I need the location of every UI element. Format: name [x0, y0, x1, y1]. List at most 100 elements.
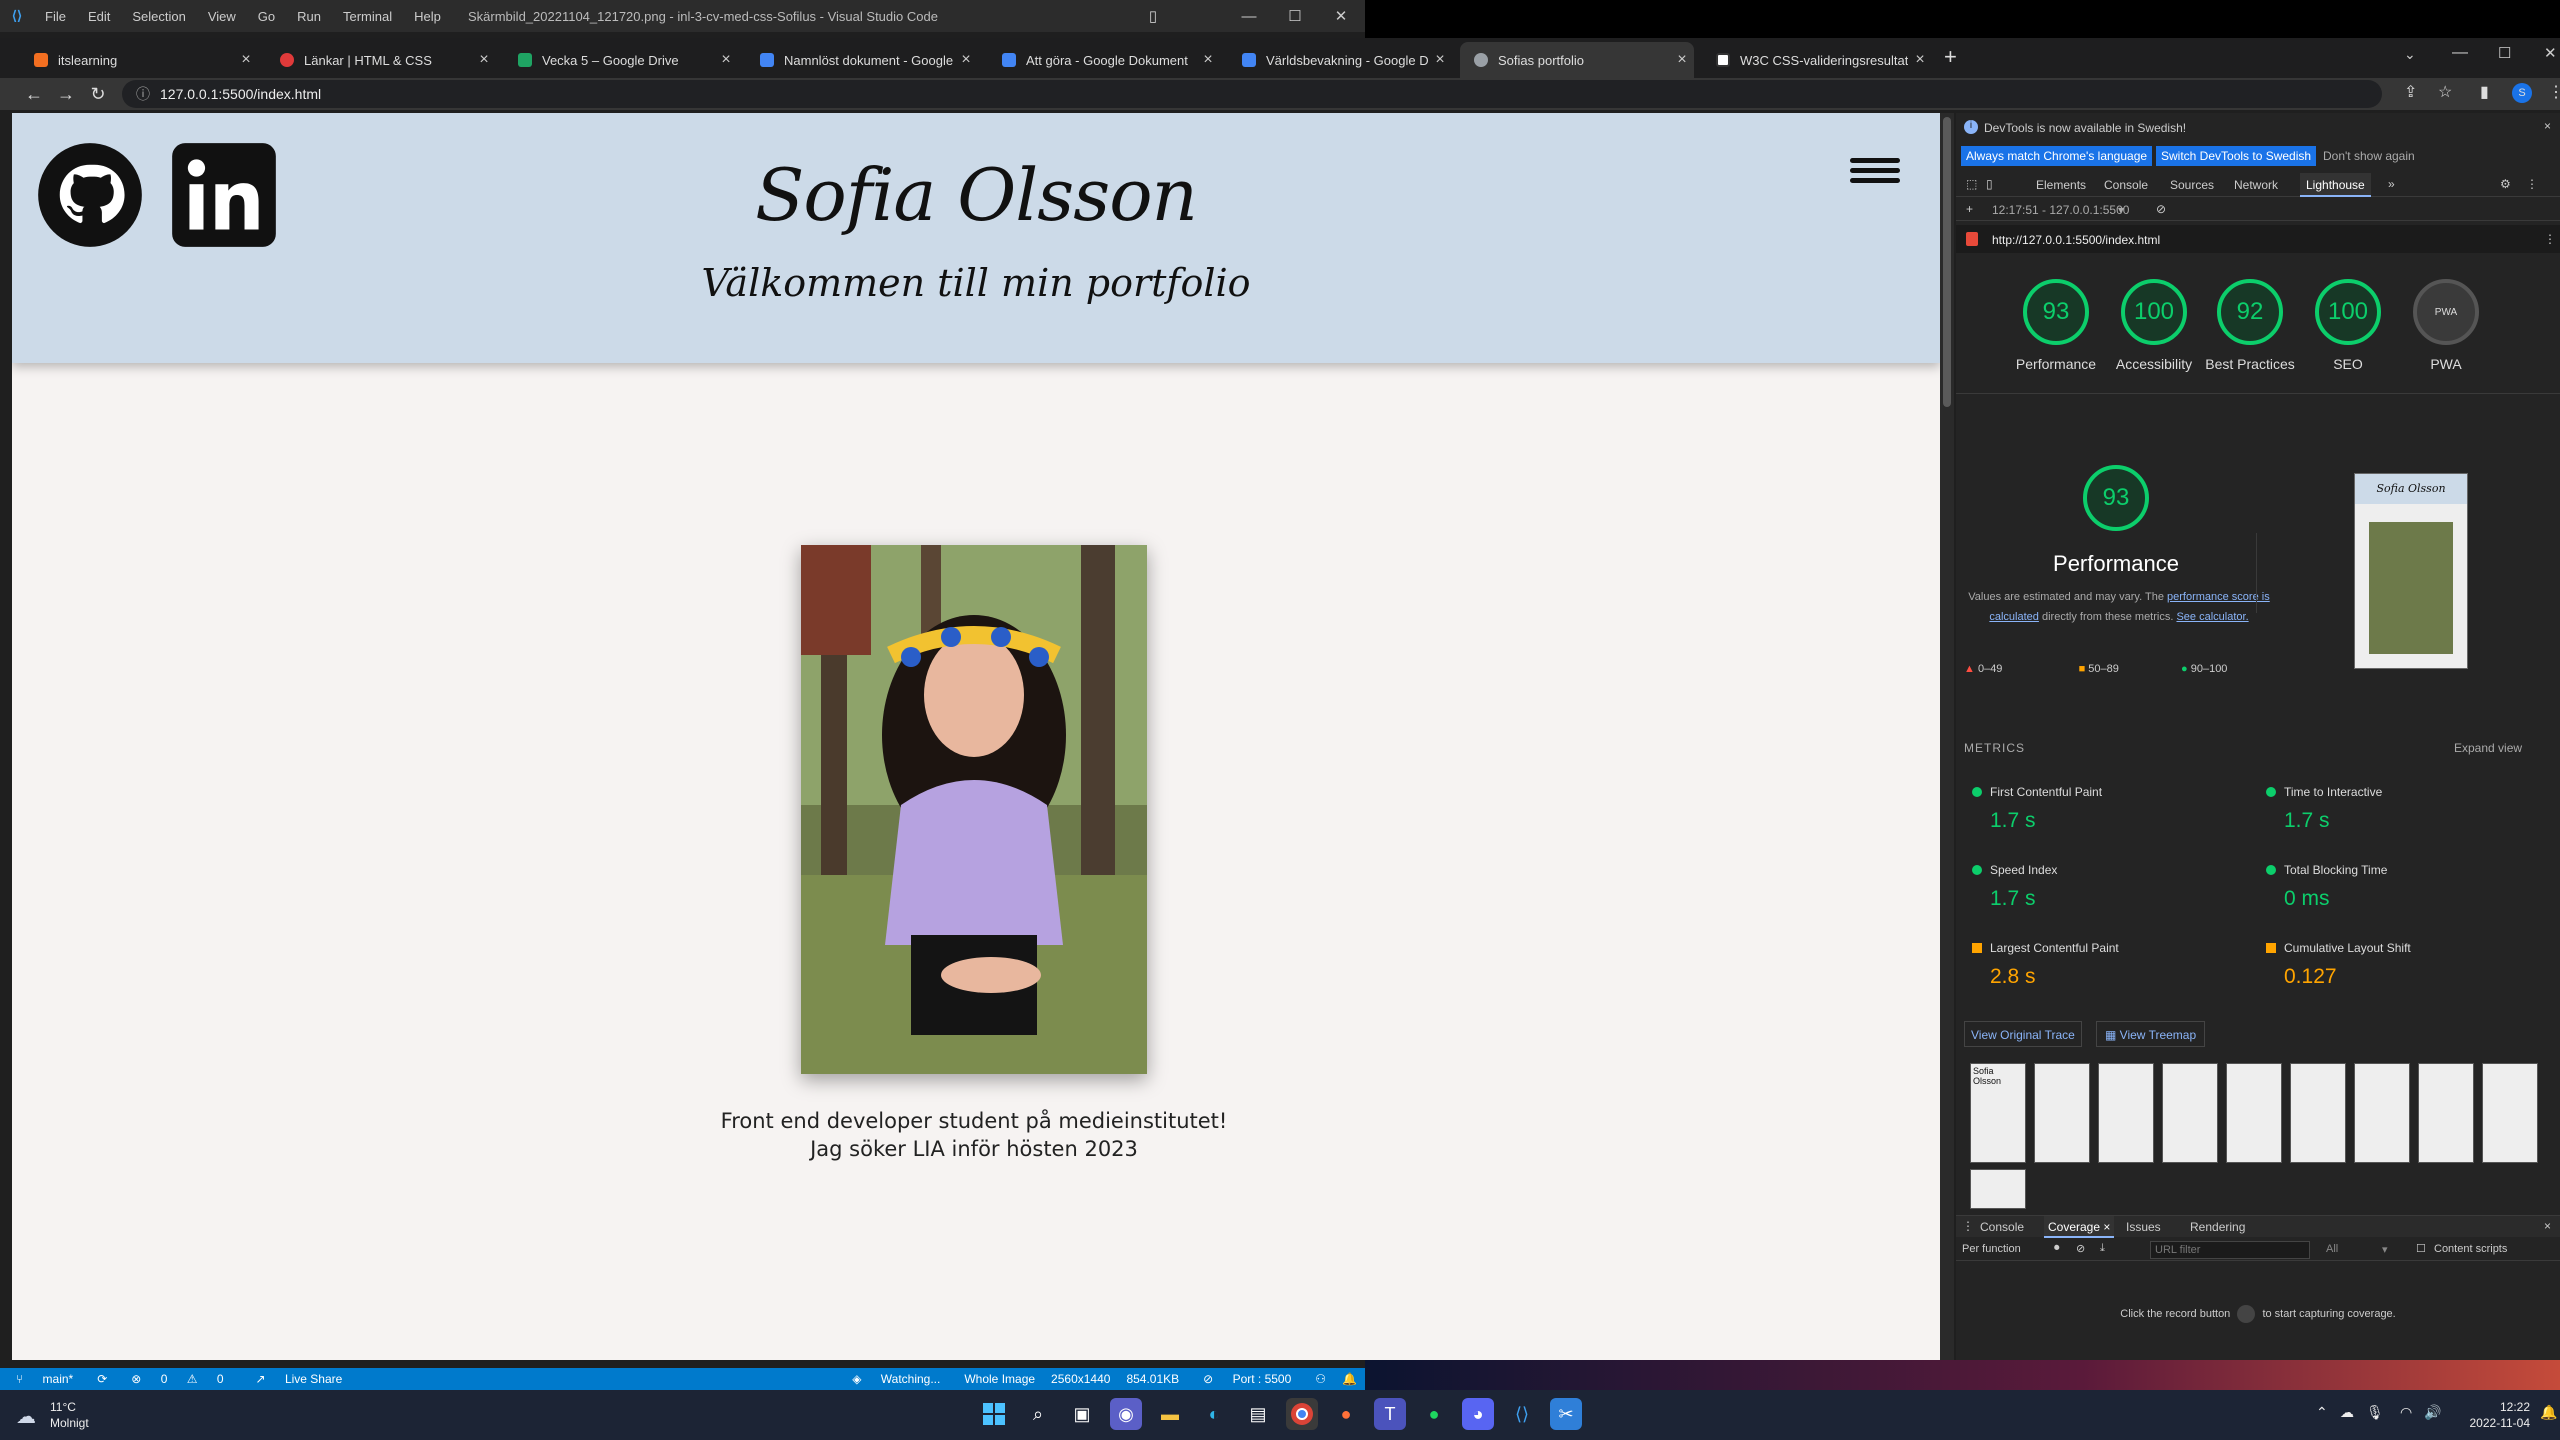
score-seo[interactable]: 100 SEO	[2300, 279, 2396, 374]
report-selector[interactable]: 12:17:51 - 127.0.0.1:5500	[1992, 203, 2129, 217]
hamburger-menu-icon[interactable]	[1850, 153, 1900, 193]
score-accessibility[interactable]: 100 Accessibility	[2106, 279, 2202, 374]
dropdown-icon[interactable]: ▾	[2382, 1243, 2388, 1256]
tab-itslearning[interactable]: itslearning ×	[20, 42, 258, 78]
minimize-icon[interactable]: —	[1226, 0, 1272, 32]
menu-view[interactable]: View	[208, 9, 236, 24]
tab-close-icon[interactable]: ×	[1670, 51, 1694, 69]
feedback-icon[interactable]: ⚇	[1315, 1372, 1326, 1386]
tab-google-drive[interactable]: Vecka 5 – Google Drive ×	[504, 42, 738, 78]
back-icon[interactable]: ←	[18, 84, 50, 105]
dont-show-again-button[interactable]: Don't show again	[2318, 146, 2420, 166]
maximize-icon[interactable]: ☐	[1272, 0, 1318, 32]
close-window-icon[interactable]: ✕	[2544, 44, 2557, 62]
tab-close-icon[interactable]: ×	[1908, 51, 1932, 69]
discord-icon[interactable]: ◕	[1462, 1398, 1494, 1430]
clock-time[interactable]: 12:22	[2470, 1400, 2530, 1414]
branch-item[interactable]: ⑂ main*	[8, 1372, 81, 1386]
tray-chevron-icon[interactable]: ⌃	[2316, 1404, 2328, 1421]
view-treemap-button[interactable]: ▦ View Treemap	[2096, 1021, 2206, 1047]
device-toolbar-icon[interactable]: ▯	[1986, 177, 1993, 191]
profile-avatar[interactable]: S	[2512, 83, 2532, 103]
menu-go[interactable]: Go	[258, 9, 275, 24]
record-icon[interactable]: ⏺	[2054, 1242, 2060, 1255]
port-item[interactable]: ⊘ Port : 5500	[1195, 1372, 1299, 1386]
switch-language-button[interactable]: Switch DevTools to Swedish	[2156, 146, 2317, 166]
clock-date[interactable]: 2022-11-04	[2448, 1416, 2531, 1430]
tab-sofias-portfolio[interactable]: Sofias portfolio ×	[1460, 42, 1694, 78]
score-performance[interactable]: 93 Performance	[2008, 279, 2104, 374]
record-button-icon[interactable]	[2237, 1305, 2256, 1323]
close-drawer-icon[interactable]: ×	[2544, 1219, 2551, 1233]
share-icon[interactable]: ⇪	[2404, 82, 2417, 102]
teams-chat-icon[interactable]: ◉	[1110, 1398, 1142, 1430]
edge-icon[interactable]: ◐	[1198, 1398, 1230, 1430]
whole-image-item[interactable]: Whole Image	[964, 1372, 1035, 1386]
menu-help[interactable]: Help	[414, 9, 441, 24]
watching-item[interactable]: ◈ Watching...	[844, 1372, 948, 1386]
dropdown-icon[interactable]: ▾	[2118, 203, 2124, 217]
tab-console[interactable]: Console	[2104, 178, 2148, 192]
tab-lankar[interactable]: Länkar | HTML & CSS ×	[266, 42, 496, 78]
menu-edit[interactable]: Edit	[88, 9, 110, 24]
forward-icon[interactable]: →	[50, 84, 82, 105]
score-pwa[interactable]: PWA PWA	[2398, 279, 2494, 374]
wifi-icon[interactable]: ◠	[2400, 1404, 2412, 1421]
chrome-menu-icon[interactable]: ⋮	[2548, 82, 2560, 102]
firefox-icon[interactable]: ●	[1330, 1398, 1362, 1430]
drawer-menu-icon[interactable]: ⋮	[1962, 1219, 1974, 1233]
store-icon[interactable]: ▤	[1242, 1398, 1274, 1430]
tab-close-icon[interactable]: ×	[234, 51, 258, 69]
windows-start-icon[interactable]	[978, 1398, 1010, 1430]
vscode-icon[interactable]: ⟨⟩	[1506, 1398, 1538, 1430]
url-filter-input[interactable]: URL filter	[2150, 1241, 2310, 1259]
devtools-menu-icon[interactable]: ⋮	[2526, 177, 2538, 191]
spotify-icon[interactable]: ●	[1418, 1398, 1450, 1430]
drawer-tab-issues[interactable]: Issues	[2126, 1220, 2161, 1234]
tab-namnlost-dokument[interactable]: Namnlöst dokument - Google D ×	[746, 42, 978, 78]
drawer-tab-rendering[interactable]: Rendering	[2190, 1220, 2245, 1234]
tab-close-icon[interactable]: ×	[1428, 51, 1452, 69]
tab-close-icon[interactable]: ×	[1196, 51, 1220, 69]
tab-close-icon[interactable]: ×	[472, 51, 496, 69]
calculator-link[interactable]: See calculator.	[2176, 611, 2248, 623]
scrollbar-thumb[interactable]	[1943, 117, 1951, 407]
weather-text[interactable]: Molnigt	[50, 1416, 89, 1430]
settings-gear-icon[interactable]: ⚙	[2500, 177, 2511, 191]
page-scrollbar[interactable]	[1940, 113, 1954, 1360]
side-panel-icon[interactable]: ▮	[2480, 82, 2489, 102]
per-function-select[interactable]: Per function	[1962, 1243, 2021, 1255]
report-url[interactable]: http://127.0.0.1:5500/index.html	[1992, 233, 2160, 247]
info-icon[interactable]: ⓘ	[136, 84, 150, 104]
menu-run[interactable]: Run	[297, 9, 321, 24]
menu-file[interactable]: File	[45, 9, 66, 24]
menu-terminal[interactable]: Terminal	[343, 9, 392, 24]
reload-icon[interactable]: ↻	[82, 84, 114, 105]
microphone-icon[interactable]: 🎙	[2366, 1404, 2384, 1421]
clear-icon[interactable]: ⊘	[2156, 202, 2166, 216]
tab-close-icon[interactable]: ×	[714, 51, 738, 69]
maximize-icon[interactable]: ☐	[2498, 44, 2511, 62]
notifications-icon[interactable]: 🔔	[1342, 1372, 1357, 1386]
report-menu-icon[interactable]: ⋮	[2544, 232, 2556, 246]
teams-icon[interactable]: T	[1374, 1398, 1406, 1430]
drawer-tab-console[interactable]: Console	[1980, 1220, 2024, 1234]
content-scripts-checkbox[interactable]: ☐	[2416, 1242, 2426, 1255]
menu-selection[interactable]: Selection	[132, 9, 185, 24]
inspect-icon[interactable]: ⬚	[1966, 177, 1977, 191]
minimize-icon[interactable]: —	[2452, 44, 2468, 62]
close-window-icon[interactable]: ✕	[1318, 0, 1364, 32]
tab-network[interactable]: Network	[2234, 178, 2278, 192]
tab-w3c-css[interactable]: W3C CSS-valideringsresultat för ×	[1702, 42, 1932, 78]
address-bar[interactable]: ⓘ 127.0.0.1:5500/index.html	[122, 80, 2382, 108]
onedrive-icon[interactable]: ☁	[2340, 1404, 2354, 1421]
final-screenshot-thumb[interactable]: Sofia Olsson	[2354, 473, 2468, 669]
notification-bell-icon[interactable]: 🔔	[2540, 1404, 2557, 1421]
bookmark-star-icon[interactable]: ☆	[2438, 82, 2452, 102]
tab-search-icon[interactable]: ⌄	[2404, 46, 2416, 63]
clear-icon[interactable]: ⊘	[2076, 1242, 2085, 1255]
drawer-tab-coverage[interactable]: Coverage ×	[2044, 1216, 2115, 1238]
tab-att-gora[interactable]: Att göra - Google Dokument ×	[988, 42, 1220, 78]
chrome-icon[interactable]	[1286, 1398, 1318, 1430]
score-best-practices[interactable]: 92 Best Practices	[2202, 279, 2298, 374]
